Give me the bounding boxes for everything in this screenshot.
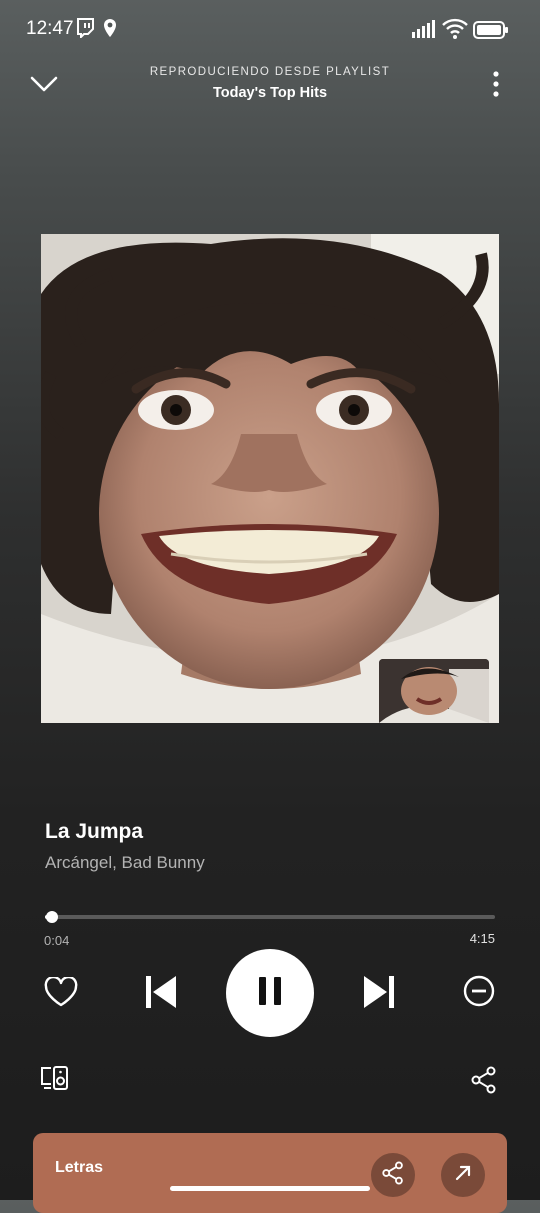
time-total: 4:15 [469,931,495,946]
playlist-name[interactable]: Today's Top Hits [0,85,540,101]
pause-icon [258,976,282,1011]
progress-thumb[interactable] [46,911,58,923]
playing-from-label: REPRODUCIENDO DESDE PLAYLIST [149,66,391,78]
album-cover-photo [41,234,499,723]
share-icon [382,1160,404,1190]
signal-icon [411,20,437,43]
skip-previous-icon [145,975,177,1014]
pause-button[interactable] [226,949,314,1037]
status-time: 12:47 [26,18,74,39]
heart-icon [44,975,78,1012]
more-options-button[interactable] [482,68,510,104]
twitch-icon [76,18,94,43]
lyrics-expand-button[interactable] [441,1153,485,1197]
previous-button[interactable] [140,972,182,1016]
minus-circle-icon [463,975,495,1012]
connect-device-icon [39,1065,69,1096]
home-indicator[interactable] [170,1186,370,1191]
battery-icon [473,21,509,44]
location-icon [102,18,118,43]
skip-next-icon [363,975,395,1014]
lyrics-card[interactable]: Letras [33,1133,507,1213]
share-button[interactable] [468,1066,500,1098]
progress-bar[interactable] [45,911,495,923]
next-button[interactable] [358,972,400,1016]
track-artist[interactable]: Arcángel, Bad Bunny [45,853,205,873]
hide-song-button[interactable] [458,972,500,1014]
time-elapsed: 0:04 [44,933,70,948]
lyrics-share-button[interactable] [371,1153,415,1197]
like-button[interactable] [40,974,82,1014]
expand-icon [453,1163,473,1188]
connect-device-button[interactable] [36,1064,72,1096]
more-vertical-icon [493,70,499,103]
share-icon [471,1066,497,1099]
picture-in-picture-thumbnail[interactable] [379,659,489,723]
lyrics-label: Letras [55,1159,104,1176]
track-title[interactable]: La Jumpa [45,820,143,844]
wifi-icon [442,18,468,45]
